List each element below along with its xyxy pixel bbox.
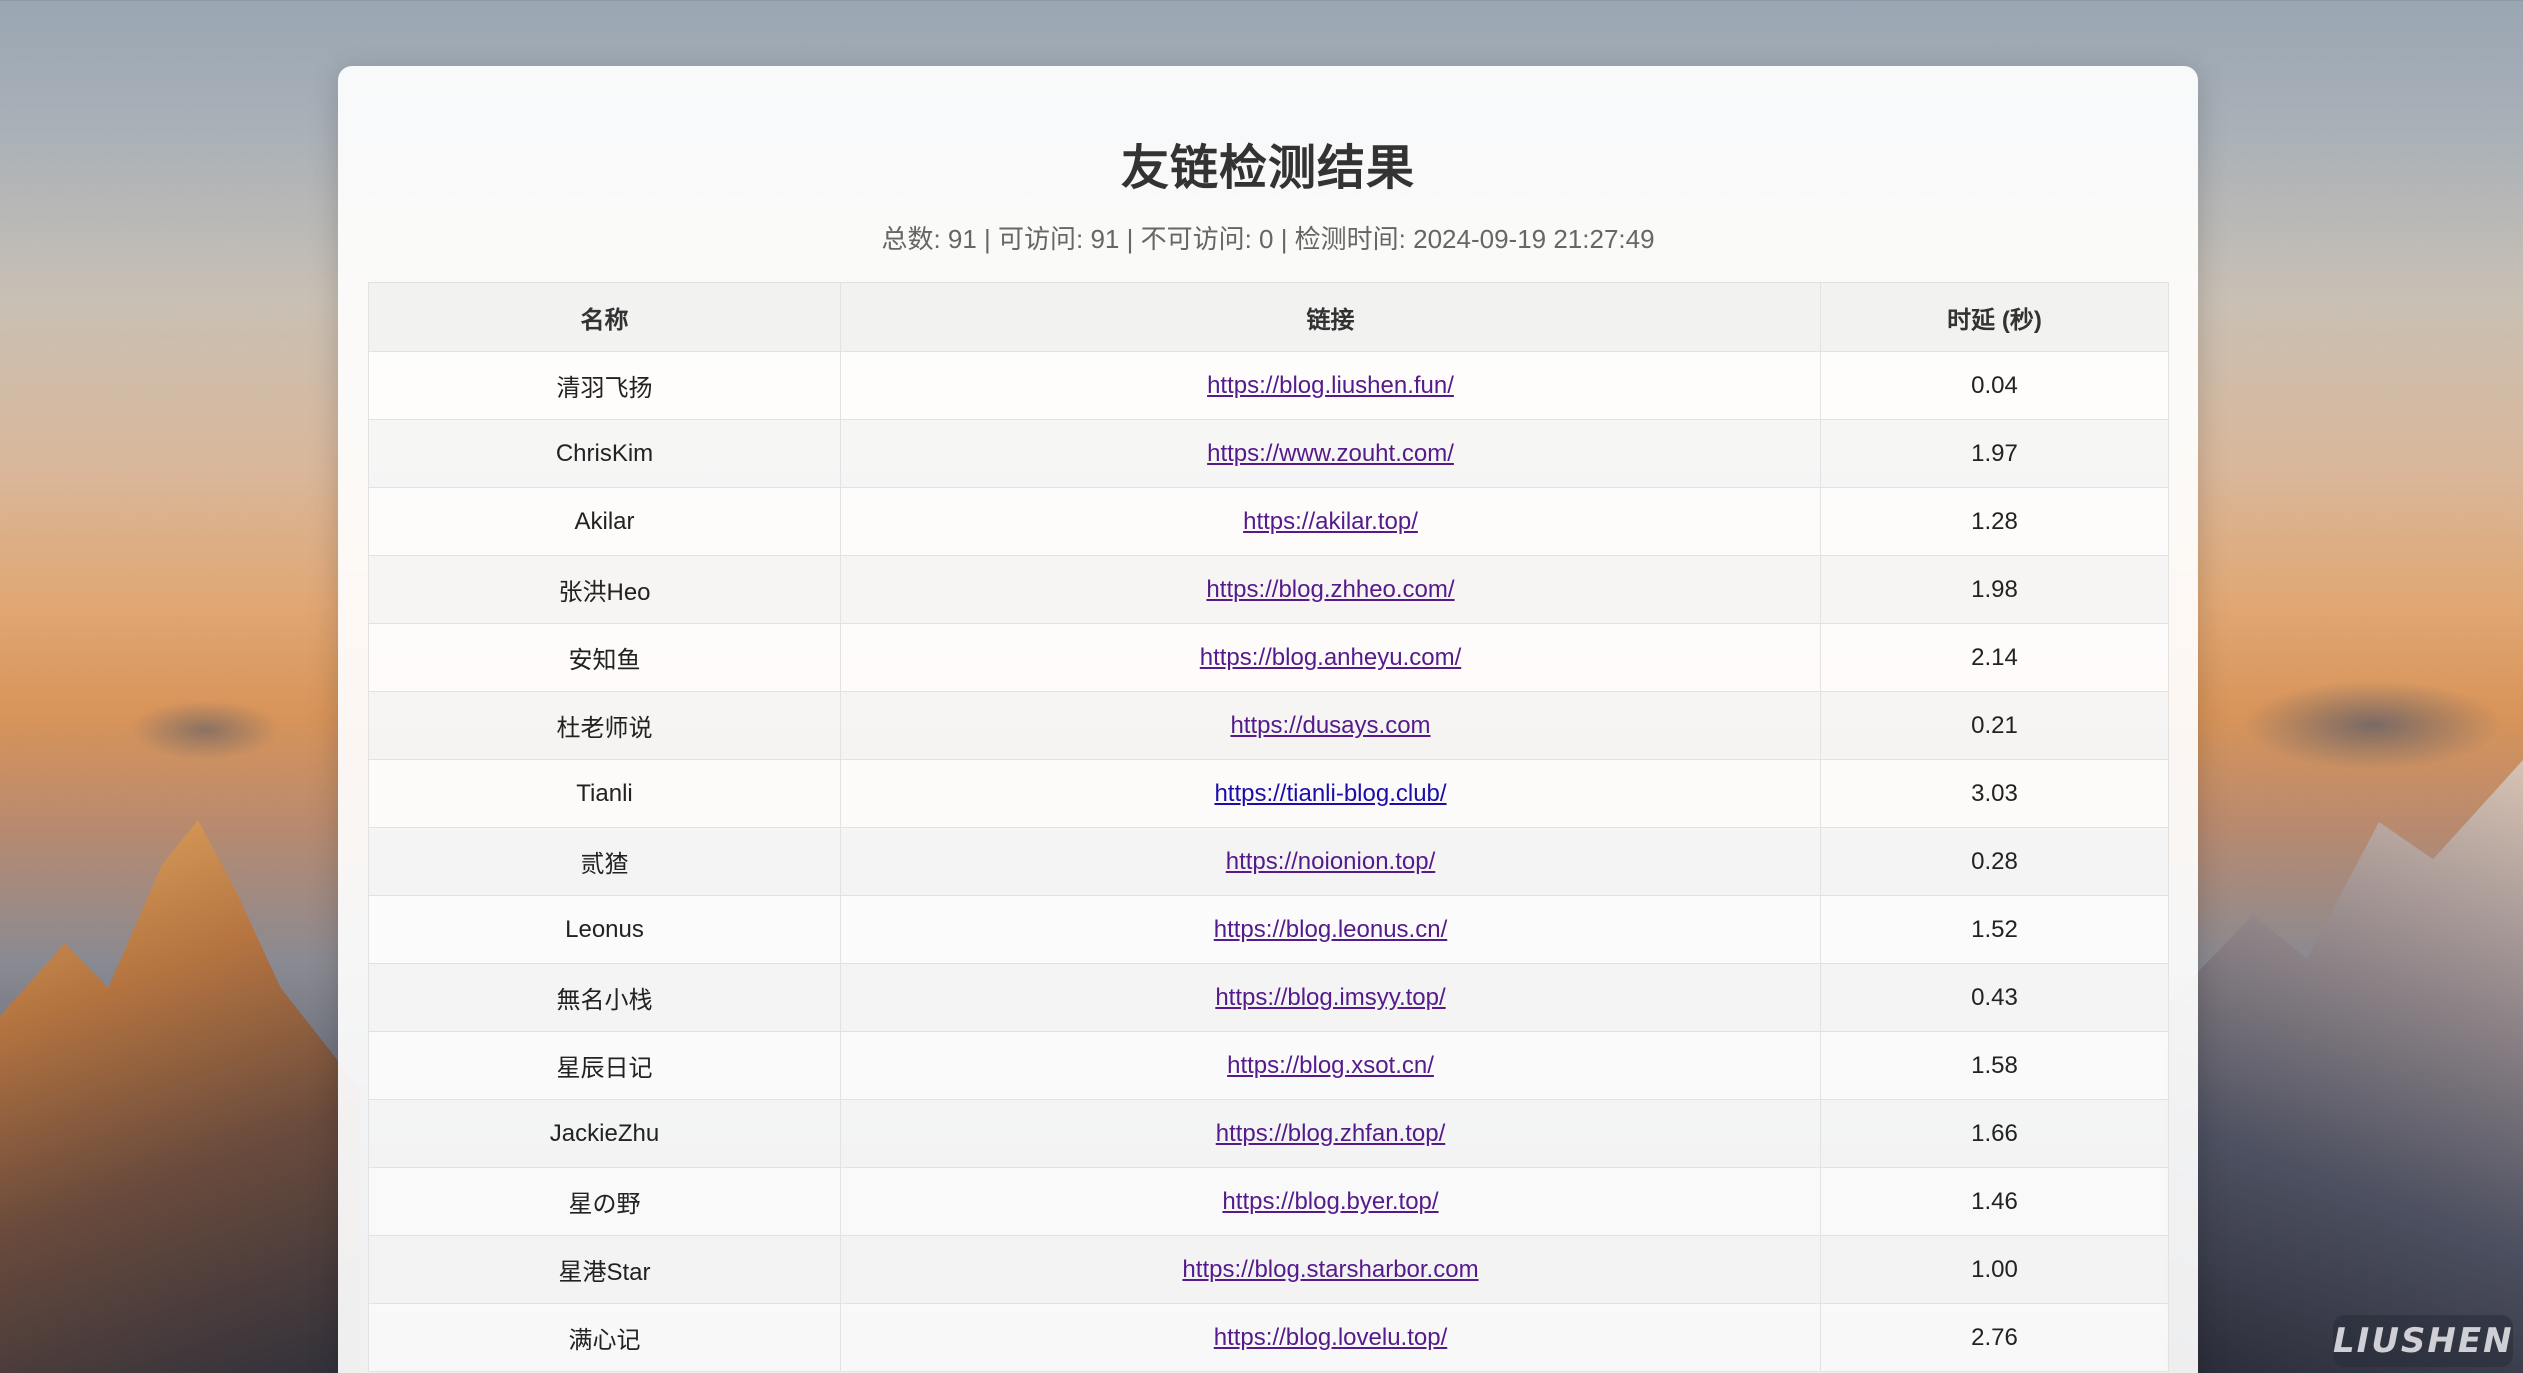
cell-link: https://blog.byer.top/ bbox=[840, 1167, 1821, 1236]
cell-name: 张洪Heo bbox=[368, 555, 841, 624]
friend-link[interactable]: https://blog.liushen.fun/ bbox=[1207, 372, 1454, 399]
table-row: 满心记 https://blog.lovelu.top/ 2.76 bbox=[368, 1303, 2169, 1372]
background-cloud bbox=[130, 700, 280, 760]
cell-link: https://blog.leonus.cn/ bbox=[840, 895, 1821, 964]
friend-link[interactable]: https://noionion.top/ bbox=[1226, 848, 1435, 875]
cell-name: 星辰日记 bbox=[368, 1031, 841, 1100]
cell-name: ChrisKim bbox=[368, 419, 841, 488]
cell-link: https://blog.starsharbor.com bbox=[840, 1235, 1821, 1304]
table-row: ChrisKim https://www.zouht.com/ 1.97 bbox=[368, 419, 2169, 488]
table-row: Leonus https://blog.leonus.cn/ 1.52 bbox=[368, 895, 2169, 964]
cell-name: 安知鱼 bbox=[368, 623, 841, 692]
table-row: Tianli https://tianli-blog.club/ 3.03 bbox=[368, 759, 2169, 828]
friend-link[interactable]: https://blog.anheyu.com/ bbox=[1200, 644, 1462, 671]
friend-link[interactable]: https://blog.xsot.cn/ bbox=[1227, 1052, 1434, 1079]
cell-latency: 2.14 bbox=[1820, 623, 2169, 692]
friend-link[interactable]: https://akilar.top/ bbox=[1243, 508, 1418, 535]
table-row: 清羽飞扬 https://blog.liushen.fun/ 0.04 bbox=[368, 351, 2169, 420]
cell-link: https://blog.xsot.cn/ bbox=[840, 1031, 1821, 1100]
results-card: 友链检测结果 总数: 91 | 可访问: 91 | 不可访问: 0 | 检测时间… bbox=[338, 66, 2198, 1373]
friend-link[interactable]: https://blog.byer.top/ bbox=[1222, 1188, 1438, 1215]
cell-link: https://blog.liushen.fun/ bbox=[840, 351, 1821, 420]
cell-name: 贰猹 bbox=[368, 827, 841, 896]
friend-link[interactable]: https://blog.starsharbor.com bbox=[1182, 1256, 1478, 1283]
cell-latency: 1.28 bbox=[1820, 487, 2169, 556]
column-header-name: 名称 bbox=[368, 282, 841, 352]
cell-name: 星港Star bbox=[368, 1235, 841, 1304]
cell-link: https://dusays.com bbox=[840, 691, 1821, 760]
cell-latency: 1.00 bbox=[1820, 1235, 2169, 1304]
cell-link: https://blog.anheyu.com/ bbox=[840, 623, 1821, 692]
cell-name: Leonus bbox=[368, 895, 841, 964]
column-header-link: 链接 bbox=[840, 282, 1821, 352]
cell-link: https://www.zouht.com/ bbox=[840, 419, 1821, 488]
friend-link[interactable]: https://blog.lovelu.top/ bbox=[1214, 1324, 1447, 1351]
cell-link: https://blog.imsyy.top/ bbox=[840, 963, 1821, 1032]
cell-latency: 2.76 bbox=[1820, 1303, 2169, 1372]
cell-latency: 3.03 bbox=[1820, 759, 2169, 828]
cell-link: https://blog.lovelu.top/ bbox=[840, 1303, 1821, 1372]
cell-latency: 1.66 bbox=[1820, 1099, 2169, 1168]
cell-latency: 0.04 bbox=[1820, 351, 2169, 420]
results-table: 名称 链接 时延 (秒) 清羽飞扬 https://blog.liushen.f… bbox=[368, 282, 2169, 1372]
table-row: 無名小栈 https://blog.imsyy.top/ 0.43 bbox=[368, 963, 2169, 1032]
table-row: Akilar https://akilar.top/ 1.28 bbox=[368, 487, 2169, 556]
friend-link[interactable]: https://blog.zhheo.com/ bbox=[1206, 576, 1454, 603]
friend-link[interactable]: https://dusays.com bbox=[1230, 712, 1430, 739]
cell-latency: 1.98 bbox=[1820, 555, 2169, 624]
table-row: 安知鱼 https://blog.anheyu.com/ 2.14 bbox=[368, 623, 2169, 692]
table-row: JackieZhu https://blog.zhfan.top/ 1.66 bbox=[368, 1099, 2169, 1168]
cell-name: 满心记 bbox=[368, 1303, 841, 1372]
cell-link: https://blog.zhheo.com/ bbox=[840, 555, 1821, 624]
watermark-logo: LIUSHEN bbox=[2333, 1315, 2513, 1367]
table-row: 星港Star https://blog.starsharbor.com 1.00 bbox=[368, 1235, 2169, 1304]
table-row: 星の野 https://blog.byer.top/ 1.46 bbox=[368, 1167, 2169, 1236]
cell-latency: 1.97 bbox=[1820, 419, 2169, 488]
cell-name: Tianli bbox=[368, 759, 841, 828]
friend-link[interactable]: https://blog.zhfan.top/ bbox=[1216, 1120, 1446, 1147]
table-header-row: 名称 链接 时延 (秒) bbox=[368, 282, 2169, 352]
column-header-latency: 时延 (秒) bbox=[1820, 282, 2169, 352]
cell-link: https://tianli-blog.club/ bbox=[840, 759, 1821, 828]
cell-latency: 1.52 bbox=[1820, 895, 2169, 964]
table-row: 张洪Heo https://blog.zhheo.com/ 1.98 bbox=[368, 555, 2169, 624]
page-title: 友链检测结果 bbox=[1120, 142, 1415, 195]
summary-stats: 总数: 91 | 可访问: 91 | 不可访问: 0 | 检测时间: 2024-… bbox=[881, 224, 1655, 254]
friend-link[interactable]: https://blog.leonus.cn/ bbox=[1214, 916, 1447, 943]
friend-link[interactable]: https://tianli-blog.club/ bbox=[1214, 780, 1446, 807]
cell-link: https://blog.zhfan.top/ bbox=[840, 1099, 1821, 1168]
cell-name: 星の野 bbox=[368, 1167, 841, 1236]
cell-link: https://noionion.top/ bbox=[840, 827, 1821, 896]
cell-name: JackieZhu bbox=[368, 1099, 841, 1168]
cell-latency: 0.28 bbox=[1820, 827, 2169, 896]
table-row: 杜老师说 https://dusays.com 0.21 bbox=[368, 691, 2169, 760]
background-cloud bbox=[2243, 680, 2503, 770]
background-mountain bbox=[0, 820, 360, 1373]
background-mountain bbox=[2163, 760, 2523, 1373]
cell-link: https://akilar.top/ bbox=[840, 487, 1821, 556]
cell-name: Akilar bbox=[368, 487, 841, 556]
cell-name: 無名小栈 bbox=[368, 963, 841, 1032]
cell-latency: 0.43 bbox=[1820, 963, 2169, 1032]
cell-latency: 0.21 bbox=[1820, 691, 2169, 760]
cell-name: 清羽飞扬 bbox=[368, 351, 841, 420]
cell-latency: 1.58 bbox=[1820, 1031, 2169, 1100]
cell-latency: 1.46 bbox=[1820, 1167, 2169, 1236]
friend-link[interactable]: https://blog.imsyy.top/ bbox=[1215, 984, 1445, 1011]
cell-name: 杜老师说 bbox=[368, 691, 841, 760]
table-row: 贰猹 https://noionion.top/ 0.28 bbox=[368, 827, 2169, 896]
friend-link[interactable]: https://www.zouht.com/ bbox=[1207, 440, 1454, 467]
table-row: 星辰日记 https://blog.xsot.cn/ 1.58 bbox=[368, 1031, 2169, 1100]
